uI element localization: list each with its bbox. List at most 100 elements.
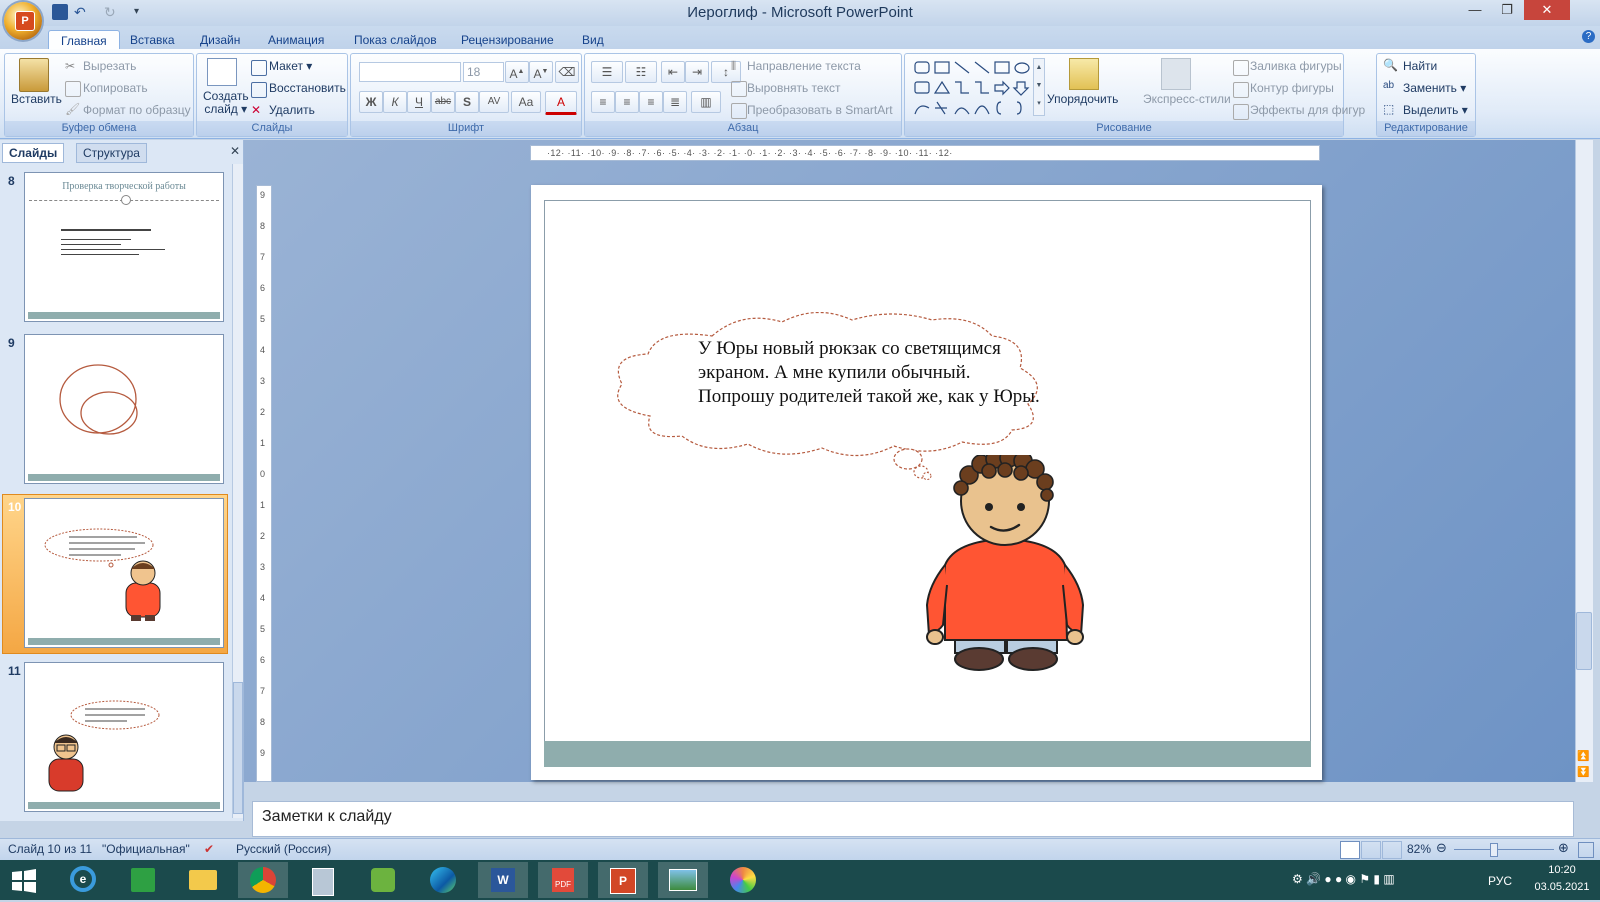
tab-insert[interactable]: Вставка [118,30,187,50]
zoom-level[interactable]: 82% [1407,842,1431,856]
tab-review[interactable]: Рецензирование [449,30,566,50]
slide-thumb-9[interactable] [24,334,224,484]
notes-pane[interactable] [252,801,1574,837]
fit-to-window-icon[interactable] [1578,842,1594,858]
redo-icon[interactable]: ↻ [104,4,120,20]
columns-button[interactable]: ▥ [691,91,721,113]
increase-indent-button[interactable]: ⇥ [685,61,709,83]
align-right-button[interactable]: ≡ [639,91,663,113]
justify-button[interactable]: ≣ [663,91,687,113]
zoom-out-icon[interactable]: ⊖ [1436,840,1447,856]
zoom-slider-thumb[interactable] [1490,843,1498,857]
reset-button[interactable]: Восстановить [269,81,346,95]
tab-home[interactable]: Главная [48,30,120,51]
cut-button[interactable]: Вырезать [83,59,136,73]
input-language[interactable]: РУС [1488,874,1512,888]
boy-illustration[interactable] [925,455,1085,677]
edge-icon[interactable] [418,862,468,898]
delete-slide-button[interactable]: Удалить [269,103,315,117]
arrange-button[interactable]: Упорядочить [1047,92,1118,106]
prev-slide-icon[interactable]: ⏫ [1577,752,1589,762]
select-button[interactable]: Выделить ▾ [1403,103,1468,117]
pdf-icon[interactable]: PDF [538,862,588,898]
line-spacing-button[interactable]: ↕ [711,61,741,83]
text-direction-button[interactable]: Направление текста [747,59,861,73]
close-button[interactable]: ✕ [1524,0,1570,20]
slide-thumb-10[interactable] [24,498,224,648]
slide-scrollbar[interactable] [1575,140,1593,782]
align-text-button[interactable]: Выровнять текст [747,81,840,95]
restore-button[interactable]: ❐ [1492,0,1522,20]
powerpoint-icon[interactable]: P [598,862,648,898]
customize-qat-icon[interactable]: ▾ [134,4,150,20]
tray-icons[interactable]: ⚙ 🔊 ● ● ◉ ⚑ ▮ ▥ [1292,872,1395,886]
calculator-icon[interactable] [298,862,348,898]
find-button[interactable]: Найти [1403,59,1437,73]
format-painter-button[interactable]: Формат по образцу [83,103,191,117]
copy-button[interactable]: Копировать [83,81,148,95]
slideshow-view-icon[interactable] [1382,841,1402,859]
minimize-button[interactable]: — [1460,0,1490,20]
zoom-slider[interactable] [1454,849,1554,850]
windows-start-icon[interactable] [12,869,36,893]
next-slide-icon[interactable]: ⏬ [1577,768,1589,778]
underline-button[interactable]: Ч [407,91,431,113]
help-icon[interactable]: ? [1582,30,1595,43]
italic-button[interactable]: К [383,91,407,113]
word-icon[interactable]: W [478,862,528,898]
normal-view-icon[interactable] [1340,841,1360,859]
clear-format-button[interactable]: ⌫ [555,61,579,83]
explorer-icon[interactable] [178,862,228,898]
font-color-button[interactable]: A [545,91,577,115]
language-indicator[interactable]: Русский (Россия) [236,842,331,856]
photos-icon[interactable] [658,862,708,898]
spellcheck-icon[interactable]: ✔ [204,842,214,856]
decrease-indent-button[interactable]: ⇤ [661,61,685,83]
shrink-font-button[interactable]: A▼ [529,61,553,83]
tab-slideshow[interactable]: Показ слайдов [342,30,449,50]
tab-animation[interactable]: Анимация [256,30,336,50]
shadow-button[interactable]: S [455,91,479,113]
ie-icon[interactable]: e [58,862,108,898]
tab-design[interactable]: Дизайн [188,30,252,50]
new-slide-button[interactable]: Создать слайд ▾ [203,90,249,116]
zoom-in-icon[interactable]: ⊕ [1558,840,1569,856]
shape-fill-button[interactable]: Заливка фигуры [1250,59,1342,73]
align-left-button[interactable]: ≡ [591,91,615,113]
strikethrough-button[interactable]: abc [431,91,455,113]
shape-outline-button[interactable]: Контур фигуры [1250,81,1334,95]
grow-font-button[interactable]: A▲ [505,61,529,83]
bullets-button[interactable]: ☰ [591,61,623,83]
bold-button[interactable]: Ж [359,91,383,113]
cloud-text[interactable]: У Юры новый рюкзак со светящимся экраном… [698,337,1048,409]
sorter-view-icon[interactable] [1361,841,1381,859]
paint-icon[interactable] [718,862,768,898]
store-icon[interactable] [118,862,168,898]
clock-date[interactable]: 03.05.2021 [1530,881,1594,893]
smartart-button[interactable]: Преобразовать в SmartArt [747,103,893,117]
notes-placeholder[interactable]: Заметки к слайду [262,808,392,826]
slide-scroll-thumb[interactable] [1576,612,1592,670]
shape-effects-button[interactable]: Эффекты для фигур [1250,103,1365,117]
chrome-icon[interactable] [238,862,288,898]
numbering-button[interactable]: ☷ [625,61,657,83]
shapes-gallery[interactable] [911,58,1041,116]
undo-icon[interactable]: ↶ [74,4,90,20]
tab-view[interactable]: Вид [570,30,616,50]
thumbs-scroll-thumb[interactable] [233,682,243,814]
save-icon[interactable] [52,4,68,20]
tab-slides-panel[interactable]: Слайды [2,143,65,163]
paste-button[interactable]: Вставить [11,92,62,106]
shapes-scroll[interactable]: ▲ ▼ ▾ [1033,58,1045,116]
slide-thumb-11[interactable] [24,662,224,812]
replace-button[interactable]: Заменить ▾ [1403,81,1466,95]
slide-thumb-8[interactable]: Проверка творческой работы [24,172,224,322]
font-name-select[interactable] [359,62,461,82]
quick-styles-button[interactable]: Экспресс-стили [1143,92,1231,106]
app-icon[interactable] [358,862,408,898]
clock-time[interactable]: 10:20 [1530,864,1594,876]
char-spacing-button[interactable]: AV [479,91,509,113]
tab-outline-panel[interactable]: Структура [76,143,147,163]
change-case-button[interactable]: Aa [511,91,541,113]
align-center-button[interactable]: ≡ [615,91,639,113]
